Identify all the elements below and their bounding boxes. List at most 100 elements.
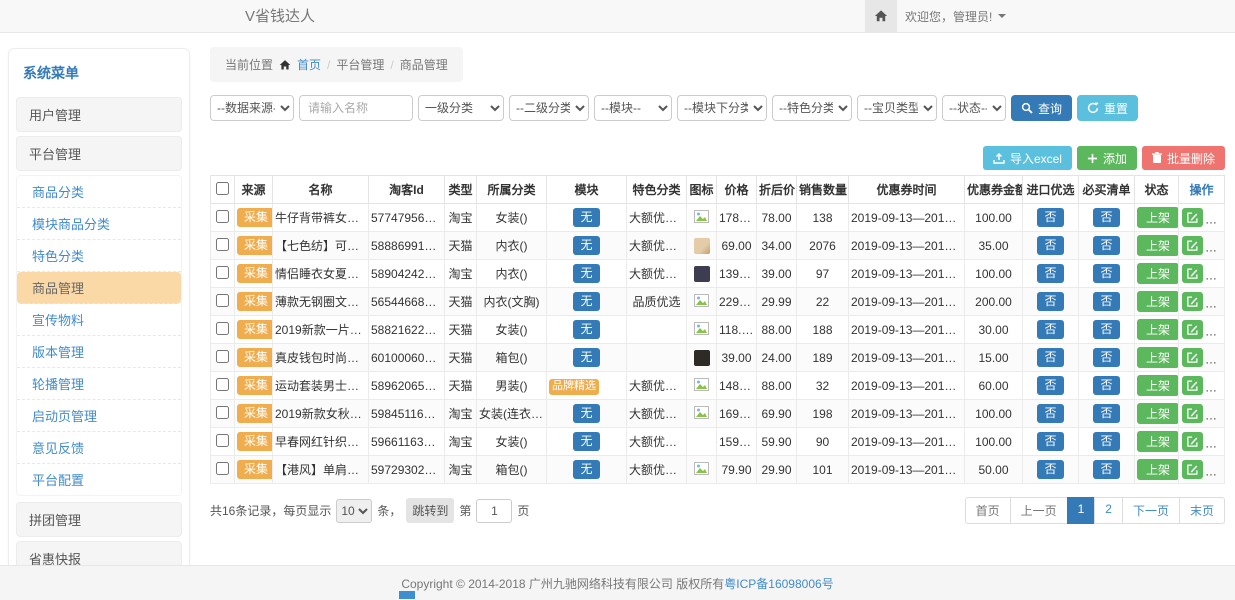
filter-select-level2-category[interactable]: --二级分类--	[509, 95, 589, 121]
import-pick-toggle[interactable]: 否	[1037, 264, 1063, 283]
per-page-suffix: 条，	[377, 502, 401, 519]
row-checkbox[interactable]	[216, 322, 229, 335]
page-button[interactable]: 1	[1067, 497, 1096, 524]
import-pick-toggle[interactable]: 否	[1037, 432, 1063, 451]
page-button[interactable]: 上一页	[1010, 497, 1068, 524]
page-button[interactable]: 2	[1094, 497, 1123, 524]
import-pick-toggle[interactable]: 否	[1037, 404, 1063, 423]
import-pick-toggle[interactable]: 否	[1037, 208, 1063, 227]
home-button[interactable]	[865, 0, 897, 32]
cell-source: 采集	[235, 428, 273, 456]
row-checkbox[interactable]	[216, 210, 229, 223]
must-buy-toggle[interactable]: 否	[1093, 348, 1119, 367]
product-thumbnail	[694, 266, 710, 282]
cell-type: 天猫	[445, 344, 477, 372]
must-buy-toggle[interactable]: 否	[1093, 292, 1119, 311]
status-button[interactable]: 上架	[1137, 347, 1179, 368]
edit-button[interactable]	[1182, 292, 1203, 311]
sidebar-group[interactable]: 拼团管理	[16, 502, 182, 537]
edit-button[interactable]	[1182, 404, 1203, 423]
status-button[interactable]: 上架	[1137, 235, 1179, 256]
cell-icon	[687, 344, 717, 372]
module-none-badge: 无	[573, 432, 599, 451]
sidebar-item[interactable]: 模块商品分类	[17, 208, 181, 240]
status-button[interactable]: 上架	[1137, 207, 1179, 228]
status-button[interactable]: 上架	[1137, 459, 1179, 480]
edit-button[interactable]	[1182, 432, 1203, 451]
row-checkbox[interactable]	[216, 434, 229, 447]
filter-select-module[interactable]: --模块--	[594, 95, 672, 121]
jump-button[interactable]: 跳转到	[406, 498, 454, 523]
import-pick-toggle[interactable]: 否	[1037, 376, 1063, 395]
status-button[interactable]: 上架	[1137, 403, 1179, 424]
filter-select-module-subcategory[interactable]: --模块下分类--	[677, 95, 767, 121]
records-count: 共16条记录，每页显示	[210, 502, 331, 519]
sidebar-item[interactable]: 版本管理	[17, 336, 181, 368]
status-button[interactable]: 上架	[1137, 319, 1179, 340]
must-buy-toggle[interactable]: 否	[1093, 264, 1119, 283]
cell-ops	[1179, 400, 1225, 428]
import-pick-toggle[interactable]: 否	[1037, 292, 1063, 311]
edit-button[interactable]	[1182, 264, 1203, 283]
import-pick-toggle[interactable]: 否	[1037, 460, 1063, 479]
edit-button[interactable]	[1182, 376, 1203, 395]
page-button[interactable]: 下一页	[1122, 497, 1180, 524]
must-buy-toggle[interactable]: 否	[1093, 208, 1119, 227]
name-search-input[interactable]	[299, 95, 413, 121]
cell-name: 真皮钱包时尚优雅女士...	[273, 344, 369, 372]
import-excel-button[interactable]: 导入excel	[983, 146, 1072, 170]
user-menu[interactable]: 欢迎您，管理员!	[905, 0, 1006, 32]
filter-select-level1-category[interactable]: 一级分类	[418, 95, 504, 121]
status-button[interactable]: 上架	[1137, 291, 1179, 312]
row-checkbox[interactable]	[216, 238, 229, 251]
row-checkbox[interactable]	[216, 350, 229, 363]
filter-select-item-type[interactable]: --宝贝类型--	[857, 95, 937, 121]
edit-button[interactable]	[1182, 236, 1203, 255]
must-buy-toggle[interactable]: 否	[1093, 404, 1119, 423]
row-checkbox[interactable]	[216, 266, 229, 279]
edit-button[interactable]	[1182, 348, 1203, 367]
sidebar-item[interactable]: 商品分类	[17, 176, 181, 208]
jump-page-input[interactable]	[476, 499, 512, 523]
row-checkbox[interactable]	[216, 406, 229, 419]
sidebar-group[interactable]: 用户管理	[16, 97, 182, 132]
add-button[interactable]: 添加	[1077, 146, 1137, 170]
status-button[interactable]: 上架	[1137, 375, 1179, 396]
batch-delete-button[interactable]: 批量删除	[1142, 146, 1225, 170]
sidebar-item[interactable]: 启动页管理	[17, 400, 181, 432]
row-checkbox[interactable]	[216, 378, 229, 391]
sidebar-group[interactable]: 平台管理	[16, 136, 182, 171]
search-button[interactable]: 查询	[1011, 95, 1072, 121]
import-pick-toggle[interactable]: 否	[1037, 348, 1063, 367]
select-all-checkbox[interactable]	[216, 182, 229, 195]
must-buy-toggle[interactable]: 否	[1093, 432, 1119, 451]
status-button[interactable]: 上架	[1137, 263, 1179, 284]
page-button[interactable]: 末页	[1179, 497, 1225, 524]
import-pick-toggle[interactable]: 否	[1037, 236, 1063, 255]
row-checkbox[interactable]	[216, 294, 229, 307]
sidebar-item[interactable]: 宣传物料	[17, 304, 181, 336]
must-buy-toggle[interactable]: 否	[1093, 460, 1119, 479]
edit-button[interactable]	[1182, 208, 1203, 227]
filter-select-feature-category[interactable]: --特色分类--	[772, 95, 852, 121]
edit-button[interactable]	[1182, 320, 1203, 339]
breadcrumb-home-link[interactable]: 首页	[297, 56, 321, 73]
sidebar-item[interactable]: 平台配置	[17, 464, 181, 495]
per-page-select[interactable]: 10	[336, 499, 372, 523]
icp-link[interactable]: 粤ICP备16098006号	[724, 575, 833, 592]
must-buy-toggle[interactable]: 否	[1093, 320, 1119, 339]
sidebar-item[interactable]: 轮播管理	[17, 368, 181, 400]
row-checkbox[interactable]	[216, 462, 229, 475]
sidebar-item[interactable]: 商品管理	[17, 272, 181, 304]
page-button[interactable]: 首页	[965, 497, 1011, 524]
reset-button[interactable]: 重置	[1077, 95, 1138, 121]
sidebar-item[interactable]: 特色分类	[17, 240, 181, 272]
filter-select-data-source[interactable]: --数据来源--	[210, 95, 294, 121]
import-pick-toggle[interactable]: 否	[1037, 320, 1063, 339]
edit-button[interactable]	[1182, 460, 1203, 479]
status-button[interactable]: 上架	[1137, 431, 1179, 452]
sidebar-item[interactable]: 意见反馈	[17, 432, 181, 464]
must-buy-toggle[interactable]: 否	[1093, 376, 1119, 395]
filter-select-status[interactable]: --状态--	[942, 95, 1006, 121]
must-buy-toggle[interactable]: 否	[1093, 236, 1119, 255]
